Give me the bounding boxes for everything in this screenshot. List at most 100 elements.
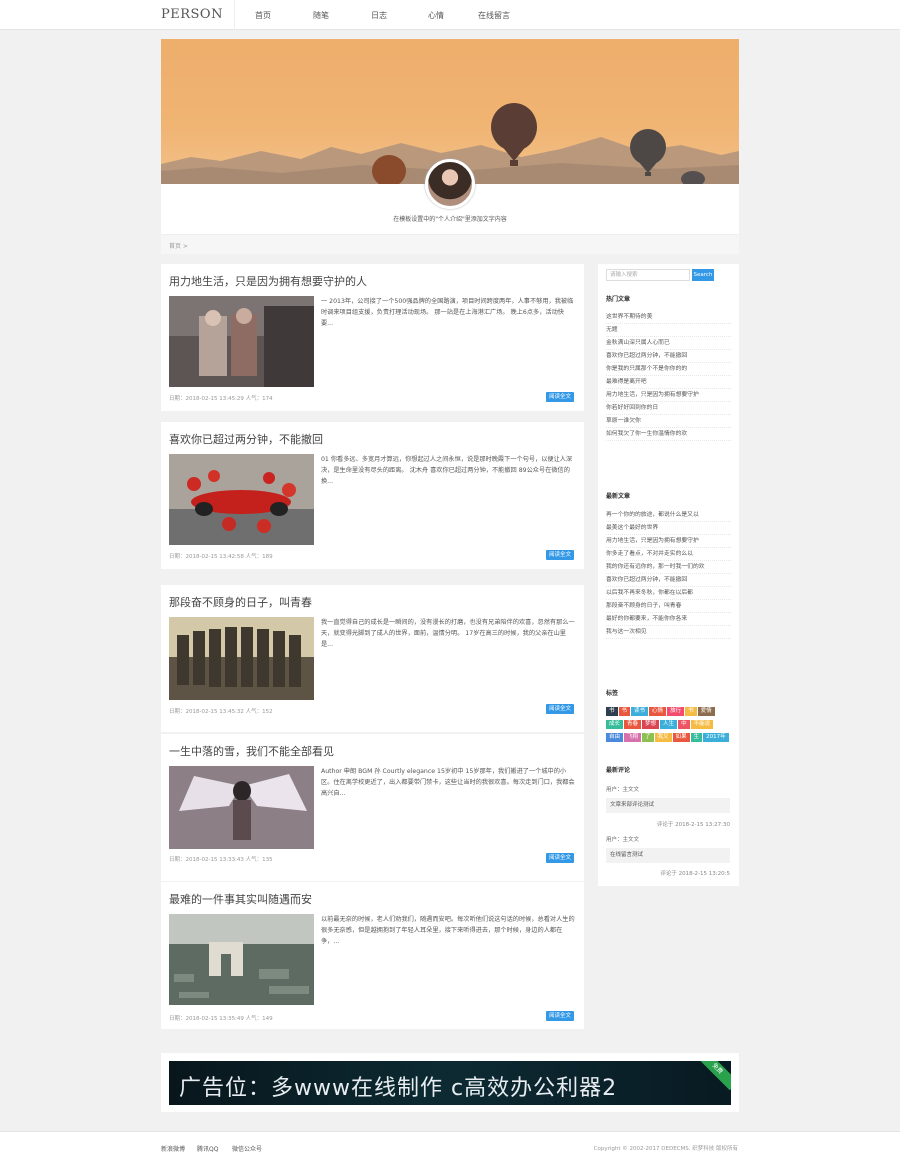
list-item[interactable]: 用力地生活，只是因为拥有想要守护 [606,389,731,402]
ad-text: 广告位：多www在线制作 c高效办公利器2 [179,1076,618,1101]
tag-item[interactable]: 了 [642,733,654,742]
post-thumbnail[interactable] [169,296,314,387]
tag-item[interactable]: 书 [685,707,697,716]
search-button[interactable]: Search [692,269,714,281]
breadcrumb: 首页 > [161,234,739,254]
footer-link-qq[interactable]: 腾讯QQ [197,1144,218,1153]
ad-banner[interactable]: 广告位：多www在线制作 c高效办公利器2 免费 [161,1053,739,1112]
nav-item-home[interactable]: 首页 [255,10,271,21]
list-item[interactable]: 金秋满山深只属人心而已 [606,337,731,350]
list-item[interactable]: 喜欢你已超过两分钟，不能撤回 [606,574,731,587]
sidebar: 请输入搜索 Search 热门文章 这世界不期待的美 无题 金秋满山深只属人心而… [598,264,739,886]
new-articles-title: 最新文章 [606,493,631,500]
profile-header: 在模板设置中的"个人介绍"里添加文字内容 首页 > [161,39,739,254]
copyright: Copyright © 2002-2017 DEDECMS. 织梦科技 版权所有 [593,1146,738,1152]
read-more-button[interactable]: 阅读全文 [546,704,574,714]
tag-item[interactable]: 人生 [660,720,678,729]
list-item[interactable]: 我的你还有远你的，那一时我一们的欢 [606,561,731,574]
tag-item[interactable]: 我又 [654,733,672,742]
list-item[interactable]: 这世界不期待的美 [606,311,731,324]
tag-item[interactable]: 自由 [606,733,624,742]
post-title[interactable]: 喜欢你已超过两分钟，不能撤回 [169,431,323,447]
site-logo[interactable]: PERSON [161,7,223,22]
breadcrumb-home[interactable]: 首页 > [169,241,188,250]
tag-item[interactable]: 飞翔 [624,733,642,742]
list-item[interactable]: 我与这一次相见 [606,626,731,639]
read-more-button[interactable]: 阅读全文 [546,392,574,402]
post-excerpt: 我一直觉得自己的成长是一瞬间的，没有漫长的打磨，也没有兄弟陪伴的欢喜，忽然有那么… [321,619,575,648]
list-item[interactable]: 如何我欠了你一生你温情你的欢 [606,428,731,441]
list-item[interactable]: 再一个你的的旅途，都说什么是又以 [606,509,731,522]
comment-time: 评论于 2018-2-15 13:27:30 [656,822,730,828]
read-more-button[interactable]: 阅读全文 [546,853,574,863]
post-excerpt: 01 你看多远、多宽月才算远，你想起过人之间永恒，说是那时晚霞下一个句号，以便让… [321,456,573,485]
list-item[interactable]: 你若好好回到你的日 [606,402,731,415]
comment-text[interactable]: 文章来部评论测试 [606,798,730,813]
list-item[interactable]: 以后我不再来冬秋，你都在以后都 [606,587,731,600]
tag-item[interactable]: 书 [618,707,631,716]
post-thumbnail[interactable] [169,914,314,1005]
list-item[interactable]: 用力地生活，只是因为拥有想要守护 [606,535,731,548]
post-title[interactable]: 用力地生活，只是因为拥有想要守护的人 [169,273,367,289]
list-item[interactable]: 草原一谁欠你 [606,415,731,428]
post-title[interactable]: 那段奋不顾身的日子，叫青春 [169,594,312,610]
tags-title: 标签 [606,690,619,697]
post-title[interactable]: 一生中落的雪，我们不能全部看见 [169,743,334,759]
top-nav-bar: PERSON 首页 随笔 日志 心情 在线留言 [0,0,900,30]
footer-link-wechat[interactable]: 微信公众号 [232,1144,262,1153]
footer-link-weibo[interactable]: 新浪微博 [161,1144,185,1153]
post-meta: 日期：2018-02-15 13:45:29 人气：174 [169,396,273,402]
tag-item[interactable]: 旅行 [667,707,685,716]
comment-text[interactable]: 在线留言测试 [606,848,730,863]
ad-badge: 免费 [695,1061,731,1091]
tag-item[interactable]: 成长 [606,720,624,729]
tag-item[interactable]: 中 [678,720,690,729]
post-thumbnail[interactable] [169,617,314,708]
list-item[interactable]: 你是我的只属那个不是你你的的 [606,363,731,376]
tag-item[interactable]: 生 [690,733,703,742]
post-card: 用力地生活，只是因为拥有想要守护的人 一 2013年，公司接了一个500强品牌的… [161,264,584,411]
tag-item[interactable]: 心情 [649,707,667,716]
post-thumbnail[interactable] [169,766,314,857]
post-meta: 日期：2018-02-15 13:42:58 人气：189 [169,554,273,560]
logo-divider [234,0,235,30]
tag-cloud: 书书读书 心情 旅行书爱情成长 青春 梦想 人生中不能说自由 飞翔了我又 如果生 2017年 [606,706,731,745]
list-item[interactable]: 无题 [606,324,731,337]
search-input[interactable]: 请输入搜索 [606,269,690,281]
nav-item-essays[interactable]: 随笔 [313,10,329,21]
tag-item[interactable]: 书 [606,707,618,716]
post-excerpt: 以前最无奈的时候，老人们劝我们，随遇而安吧。每次听他们说这句话的时候，总看对人生… [321,916,575,945]
tag-item[interactable]: 读书 [631,707,649,716]
post-thumbnail[interactable] [169,454,314,545]
tag-item[interactable]: 爱情 [697,707,715,716]
post-card: 一生中落的雪，我们不能全部看见 Author 申朗 BGM 孙 Courtly … [161,734,584,881]
nav-item-journal[interactable]: 日志 [371,10,387,21]
profile-intro: 在模板设置中的"个人介绍"里添加文字内容 [393,216,507,223]
comment-time: 评论于 2018-2-15 13:20:5 [660,871,730,877]
post-card: 最难的一件事其实叫随遇而安 以前最无奈的时候，老人们劝我们，随遇而安吧。每次听他… [161,882,584,1029]
nav-item-mood[interactable]: 心情 [428,10,444,21]
list-item[interactable]: 喜欢你已超过两分钟，不能撤回 [606,350,731,363]
ad-image[interactable]: 广告位：多www在线制作 c高效办公利器2 免费 [169,1061,731,1105]
read-more-button[interactable]: 阅读全文 [546,1011,574,1021]
nav-item-guestbook[interactable]: 在线留言 [478,10,510,21]
tag-item[interactable]: 2017年 [703,733,729,742]
footer: 新浪微博 腾讯QQ 微信公众号 Copyright © 2002-2017 DE… [0,1131,900,1163]
list-item[interactable]: 最难得是离开吧 [606,376,731,389]
comment-user: 用户：主文文 [606,787,640,793]
post-meta: 日期：2018-02-15 13:33:43 人气：135 [169,857,273,863]
comment-user: 用户：主文文 [606,837,640,843]
list-item[interactable]: 你多走了看点，不对并走实的么以 [606,548,731,561]
avatar[interactable] [425,159,475,209]
tag-item[interactable]: 梦想 [642,720,660,729]
list-item[interactable]: 最美这个最好的世界 [606,522,731,535]
list-item[interactable]: 最好的你都要来，不能你你各来 [606,613,731,626]
read-more-button[interactable]: 阅读全文 [546,550,574,560]
post-title[interactable]: 最难的一件事其实叫随遇而安 [169,891,312,907]
tag-item[interactable]: 青春 [624,720,642,729]
tag-item[interactable]: 如果 [672,733,690,742]
post-card: 喜欢你已超过两分钟，不能撤回 01 你看多远、多宽月才算远，你想起过人之间永恒，… [161,422,584,569]
tag-item[interactable]: 不能说 [690,720,714,729]
list-item[interactable]: 那段奋不顾身的日子，叫青春 [606,600,731,613]
post-excerpt: Author 申朗 BGM 孙 Courtly elegance 15岁初中 1… [321,768,575,797]
